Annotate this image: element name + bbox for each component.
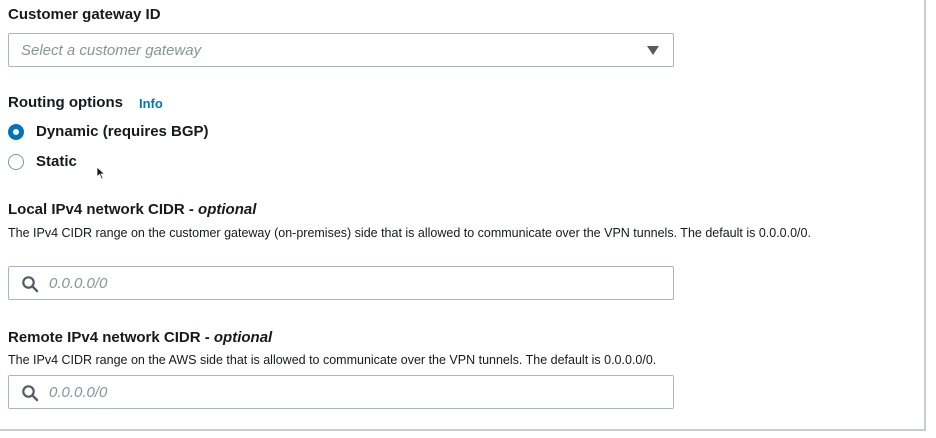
local-cidr-description: The IPv4 CIDR range on the customer gate… [8, 226, 811, 240]
search-icon [22, 276, 39, 293]
radio-static-label: Static [36, 153, 77, 170]
routing-options-label: Routing options [8, 94, 123, 111]
vpn-options-panel: Customer gateway ID Select a customer ga… [0, 0, 926, 431]
search-icon [22, 385, 39, 402]
mouse-cursor-icon [96, 166, 106, 180]
remote-cidr-label: Remote IPv4 network CIDR - optional [8, 329, 272, 346]
radio-checked-icon[interactable] [8, 124, 24, 140]
remote-cidr-optional: optional [213, 329, 273, 346]
caret-down-icon [647, 46, 659, 55]
radio-unchecked-icon[interactable] [8, 154, 24, 170]
local-cidr-input[interactable]: 0.0.0.0/0 [8, 266, 674, 300]
remote-cidr-label-text: Remote IPv4 network CIDR - [8, 329, 214, 346]
remote-cidr-placeholder: 0.0.0.0/0 [49, 384, 108, 401]
customer-gateway-placeholder: Select a customer gateway [21, 42, 202, 59]
customer-gateway-label: Customer gateway ID [8, 6, 161, 23]
customer-gateway-select[interactable]: Select a customer gateway [8, 33, 674, 67]
local-cidr-label: Local IPv4 network CIDR - optional [8, 201, 256, 218]
local-cidr-optional: optional [198, 201, 257, 218]
local-cidr-label-text: Local IPv4 network CIDR - [8, 201, 199, 218]
radio-dynamic-label: Dynamic (requires BGP) [36, 123, 209, 140]
local-cidr-placeholder: 0.0.0.0/0 [49, 275, 108, 292]
remote-cidr-description: The IPv4 CIDR range on the AWS side that… [8, 353, 657, 367]
remote-cidr-input[interactable]: 0.0.0.0/0 [8, 375, 674, 409]
routing-info-link[interactable]: Info [139, 96, 163, 111]
